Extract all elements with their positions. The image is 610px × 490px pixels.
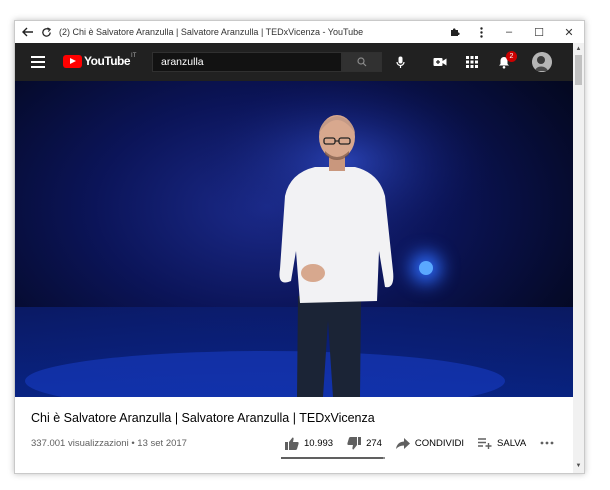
save-label: SALVA xyxy=(497,437,527,449)
microphone-icon[interactable] xyxy=(392,54,408,70)
playlist-add-icon xyxy=(478,437,492,449)
reload-icon[interactable] xyxy=(37,21,55,43)
video-meta: 337.001 visualizzazioni • 13 set 2017 xyxy=(31,438,187,449)
create-video-icon[interactable] xyxy=(432,54,448,70)
tab-title: (2) Chi è Salvatore Aranzulla | Salvator… xyxy=(59,27,364,37)
search-icon xyxy=(357,57,367,67)
video-info: Chi è Salvatore Aranzulla | Salvatore Ar… xyxy=(15,397,573,473)
back-icon[interactable] xyxy=(19,21,37,43)
close-button[interactable]: ✕ xyxy=(554,21,584,43)
youtube-play-icon xyxy=(63,54,82,68)
maximize-button[interactable]: ☐ xyxy=(524,21,554,43)
share-button[interactable]: CONDIVIDI xyxy=(395,437,465,449)
video-player[interactable] xyxy=(15,81,573,397)
search-button[interactable] xyxy=(342,52,382,72)
dislike-count: 274 xyxy=(366,437,382,449)
logo-region: IT xyxy=(131,53,137,59)
title-bar: (2) Chi è Salvatore Aranzulla | Salvator… xyxy=(15,21,584,43)
share-icon xyxy=(395,437,410,449)
search-input[interactable] xyxy=(152,52,342,72)
minimize-button[interactable]: – xyxy=(494,21,524,43)
logo-text: YouTube xyxy=(84,54,131,68)
speaker-figure xyxy=(25,81,505,397)
notification-badge: 2 xyxy=(506,51,517,62)
apps-grid-icon[interactable] xyxy=(464,54,480,70)
save-button[interactable]: SALVA xyxy=(478,438,526,449)
video-title: Chi è Salvatore Aranzulla | Salvatore Ar… xyxy=(31,411,375,425)
dislike-button[interactable]: 274 xyxy=(347,436,382,450)
extensions-icon[interactable] xyxy=(442,21,468,43)
more-actions-button[interactable] xyxy=(540,441,559,445)
sentiment-bar xyxy=(281,457,385,459)
share-label: CONDIVIDI xyxy=(414,437,465,449)
avatar[interactable] xyxy=(532,52,552,72)
page-scrollbar[interactable]: ▲ ▼ xyxy=(573,43,584,473)
youtube-logo[interactable]: YouTube IT xyxy=(63,53,137,68)
browser-window: (2) Chi è Salvatore Aranzulla | Salvator… xyxy=(14,20,585,474)
more-horizontal-icon xyxy=(540,441,554,445)
thumbs-down-icon xyxy=(347,436,362,449)
thumbs-up-icon xyxy=(285,437,299,450)
youtube-header: YouTube IT 2 xyxy=(15,43,584,81)
hamburger-menu-icon[interactable] xyxy=(31,56,45,68)
like-count: 10.993 xyxy=(304,437,334,449)
menu-dots-icon[interactable] xyxy=(468,21,494,43)
sentiment-likes-fill xyxy=(281,457,383,459)
video-actions: 10.993 274 CONDIVIDI SALVA xyxy=(285,433,573,453)
scroll-up-arrow-icon[interactable]: ▲ xyxy=(573,46,584,54)
like-button[interactable]: 10.993 xyxy=(285,437,333,450)
scroll-thumb[interactable] xyxy=(575,55,582,85)
scroll-down-arrow-icon[interactable]: ▼ xyxy=(573,463,584,471)
